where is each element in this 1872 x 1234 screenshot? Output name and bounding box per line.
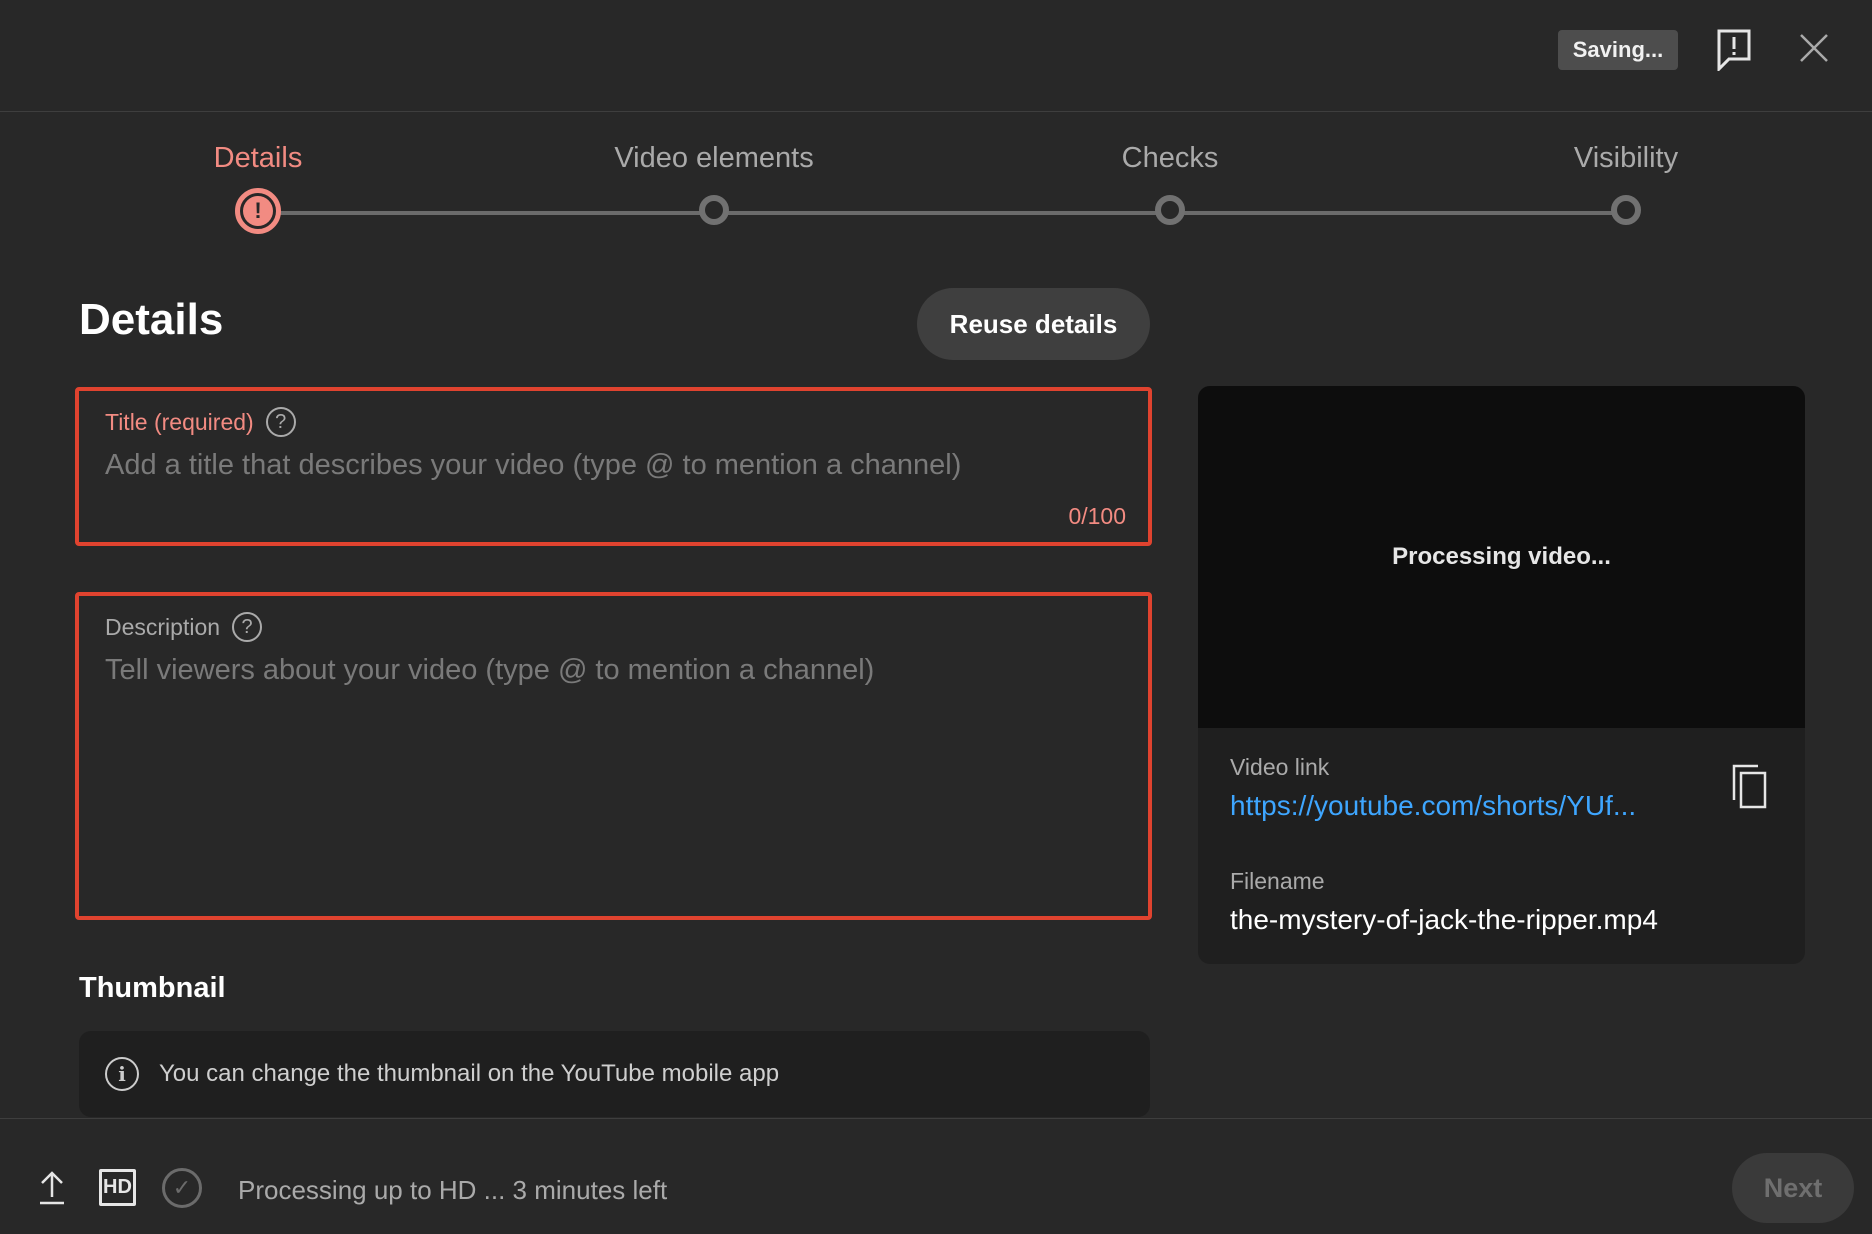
saving-status-badge: Saving... — [1558, 30, 1678, 70]
filename-label: Filename — [1230, 868, 1325, 894]
thumbnail-notice-text: You can change the thumbnail on the YouT… — [159, 1060, 780, 1087]
description-field-label-row: Description ? — [105, 612, 263, 642]
processing-status: Processing video... — [1392, 543, 1611, 570]
copy-link-button[interactable] — [1732, 764, 1768, 810]
video-preview-player[interactable]: Processing video... — [1198, 386, 1805, 728]
video-preview-card: Processing video... Video link https://y… — [1198, 386, 1805, 964]
title-field-label-row: Title (required) ? — [105, 407, 296, 437]
dialog-footer: HD ✓ Processing up to HD ... 3 minutes l… — [0, 1118, 1872, 1234]
thumbnail-notice: i You can change the thumbnail on the Yo… — [79, 1031, 1150, 1117]
close-button[interactable] — [1796, 30, 1832, 66]
video-link-label: Video link — [1230, 754, 1330, 780]
processing-progress-text: Processing up to HD ... 3 minutes left — [238, 1175, 668, 1205]
reuse-details-button[interactable]: Reuse details — [917, 288, 1150, 360]
error-icon: ! — [243, 196, 273, 226]
title-input[interactable] — [105, 449, 1115, 482]
help-icon[interactable]: ? — [232, 612, 263, 642]
step-video-elements-dot[interactable] — [699, 195, 729, 225]
close-icon — [1800, 34, 1828, 62]
description-field[interactable]: Description ? — [75, 592, 1152, 920]
step-details-label[interactable]: Details — [214, 142, 303, 175]
dialog-header: Saving... — [0, 0, 1872, 112]
filename-value: the-mystery-of-jack-the-ripper.mp4 — [1230, 904, 1658, 935]
hd-icon: HD — [99, 1169, 136, 1206]
description-input[interactable] — [105, 654, 1115, 874]
description-field-label: Description — [105, 613, 221, 640]
title-field-label: Title (required) — [105, 408, 254, 435]
title-field[interactable]: Title (required) ? 0/100 — [75, 387, 1152, 546]
step-video-elements-label[interactable]: Video elements — [614, 142, 813, 175]
upload-stepper: Details Video elements Checks Visibility… — [0, 112, 1872, 242]
thumbnail-heading: Thumbnail — [79, 972, 226, 1004]
step-checks-dot[interactable] — [1155, 195, 1185, 225]
next-button[interactable]: Next — [1732, 1153, 1854, 1223]
upload-icon — [38, 1169, 66, 1205]
step-visibility-dot[interactable] — [1611, 195, 1641, 225]
step-visibility-label[interactable]: Visibility — [1574, 142, 1678, 175]
copy-icon — [1732, 764, 1767, 809]
info-icon: i — [105, 1057, 139, 1091]
feedback-button[interactable] — [1716, 28, 1752, 72]
checks-status-icon: ✓ — [162, 1168, 202, 1208]
help-icon[interactable]: ? — [265, 407, 296, 437]
details-heading: Details — [79, 295, 224, 344]
title-char-count: 0/100 — [1068, 503, 1126, 529]
step-details-error-dot[interactable]: ! — [235, 188, 281, 234]
feedback-icon — [1717, 29, 1751, 71]
video-link[interactable]: https://youtube.com/shorts/YUf... — [1230, 790, 1700, 822]
step-checks-label[interactable]: Checks — [1122, 142, 1219, 175]
stepper-line — [258, 211, 1626, 215]
